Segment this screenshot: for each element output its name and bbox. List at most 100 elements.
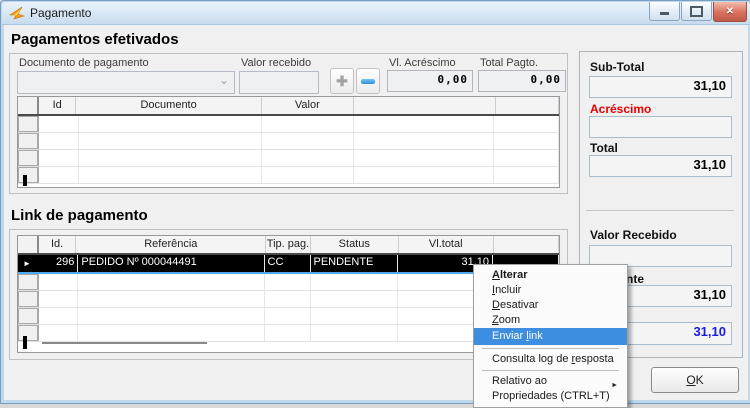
add-payment-button[interactable]: ✚ — [330, 68, 354, 94]
row-marker — [18, 308, 39, 324]
grid-caret — [23, 336, 27, 349]
column-header-id: Id. — [39, 236, 77, 253]
menu-item-desativar[interactable]: Desativar — [474, 298, 627, 313]
window-title: Pagamento — [30, 6, 91, 20]
valor-recebido-input[interactable] — [239, 71, 319, 94]
table-cell — [39, 133, 79, 149]
table-cell — [265, 291, 311, 307]
table-cell — [262, 167, 354, 183]
column-header-documento: Documento — [76, 97, 261, 114]
table-cell — [78, 274, 264, 290]
table-cell — [265, 274, 311, 290]
table-cell — [311, 291, 399, 307]
menu-item-zoom[interactable]: Zoom — [474, 313, 627, 328]
payment-window: Pagamento ✕ Pagamentos efetivados Docume… — [0, 0, 750, 404]
column-header — [496, 97, 559, 114]
total-pagto-field: 0,00 — [478, 70, 566, 92]
table-cell — [262, 133, 354, 149]
valor-recebido-label: Valor recebido — [241, 57, 311, 69]
valor-recebido-summary-label: Valor Recebido — [590, 228, 677, 242]
close-button[interactable]: ✕ — [713, 2, 747, 22]
table-cell — [265, 325, 311, 341]
menu-item-relativo-ao[interactable]: Relativo ao► — [474, 374, 627, 389]
table-cell — [39, 291, 78, 307]
menu-item-enviar-link[interactable]: Enviar link — [474, 328, 627, 345]
menu-item-incluir[interactable]: Incluir — [474, 283, 627, 298]
window-controls: ✕ — [648, 2, 747, 21]
table-cell — [39, 325, 78, 341]
column-header-valor: Valor — [262, 97, 354, 114]
table-cell — [494, 150, 559, 166]
app-icon — [9, 5, 25, 21]
column-header — [354, 97, 496, 114]
table-cell — [262, 116, 354, 132]
minimize-button[interactable] — [649, 2, 680, 21]
row-marker — [18, 133, 39, 149]
table-cell — [79, 116, 262, 132]
row-marker — [18, 291, 39, 307]
table-cell — [494, 133, 559, 149]
table-row[interactable] — [18, 116, 559, 133]
table-cell — [311, 308, 399, 324]
menu-item-alterar[interactable]: Alterar — [474, 268, 627, 283]
acrescimo-label: Acréscimo — [590, 102, 651, 116]
row-marker — [18, 325, 39, 341]
table-cell — [265, 308, 311, 324]
table-cell — [354, 116, 494, 132]
documento-pagamento-label: Documento de pagamento — [19, 57, 149, 69]
table-cell: CC — [265, 255, 311, 272]
table-cell — [39, 308, 78, 324]
table-cell — [78, 325, 264, 341]
title-bar[interactable]: Pagamento ✕ — [2, 2, 750, 25]
plus-icon: ✚ — [336, 74, 348, 88]
table-row[interactable] — [18, 133, 559, 150]
table-cell — [79, 167, 262, 183]
minus-icon — [361, 79, 375, 84]
subtotal-field: 31,10 — [589, 76, 732, 98]
row-marker-header — [18, 236, 39, 253]
table-cell: 296 — [39, 255, 78, 272]
column-header-status: Status — [311, 236, 399, 253]
table-cell — [494, 167, 559, 183]
table-cell — [39, 167, 79, 183]
payment-link-heading: Link de pagamento — [11, 207, 148, 224]
horizontal-scrollbar-thumb[interactable] — [42, 342, 207, 344]
table-cell — [79, 150, 262, 166]
table-row[interactable] — [18, 150, 559, 167]
row-marker — [18, 167, 39, 183]
documento-pagamento-combobox[interactable]: ⌄ — [17, 71, 235, 94]
acrescimo-field — [589, 116, 732, 138]
minimize-icon — [660, 12, 669, 15]
table-cell — [262, 150, 354, 166]
table-row[interactable] — [18, 167, 559, 184]
column-header-vl-total: Vl.total — [399, 236, 494, 253]
column-header-id: Id — [39, 97, 77, 114]
subtotal-label: Sub-Total — [590, 60, 644, 74]
ok-button[interactable]: OK — [651, 367, 739, 393]
current-row-marker: ► — [18, 255, 39, 272]
grid-header-row: IdDocumentoValor — [18, 97, 559, 116]
table-cell — [311, 325, 399, 341]
panel-divider — [586, 210, 734, 211]
total-label: Total — [590, 141, 618, 155]
maximize-button[interactable] — [681, 2, 712, 21]
table-cell — [78, 291, 264, 307]
menu-item-consulta-log-de-resposta[interactable]: Consulta log de resposta — [474, 352, 627, 367]
table-cell — [39, 116, 79, 132]
table-cell — [79, 133, 262, 149]
context-menu: AlterarIncluirDesativarZoomEnviar link Co… — [473, 264, 628, 408]
vl-acrescimo-label: Vl. Acréscimo — [389, 57, 456, 69]
column-header — [494, 236, 559, 253]
vl-acrescimo-field: 0,00 — [387, 70, 473, 92]
menu-separator — [482, 348, 619, 349]
column-header-tip-pag: Tip. pag. — [266, 236, 311, 253]
payments-heading: Pagamentos efetivados — [11, 31, 179, 48]
payments-grid: IdDocumentoValor — [17, 96, 560, 188]
table-cell — [78, 308, 264, 324]
table-cell — [39, 274, 78, 290]
table-cell: PENDENTE — [311, 255, 399, 272]
row-marker — [18, 116, 39, 132]
total-pagto-label: Total Pagto. — [480, 57, 538, 69]
row-arrow-icon: ► — [23, 259, 31, 268]
remove-payment-button[interactable] — [356, 68, 380, 94]
